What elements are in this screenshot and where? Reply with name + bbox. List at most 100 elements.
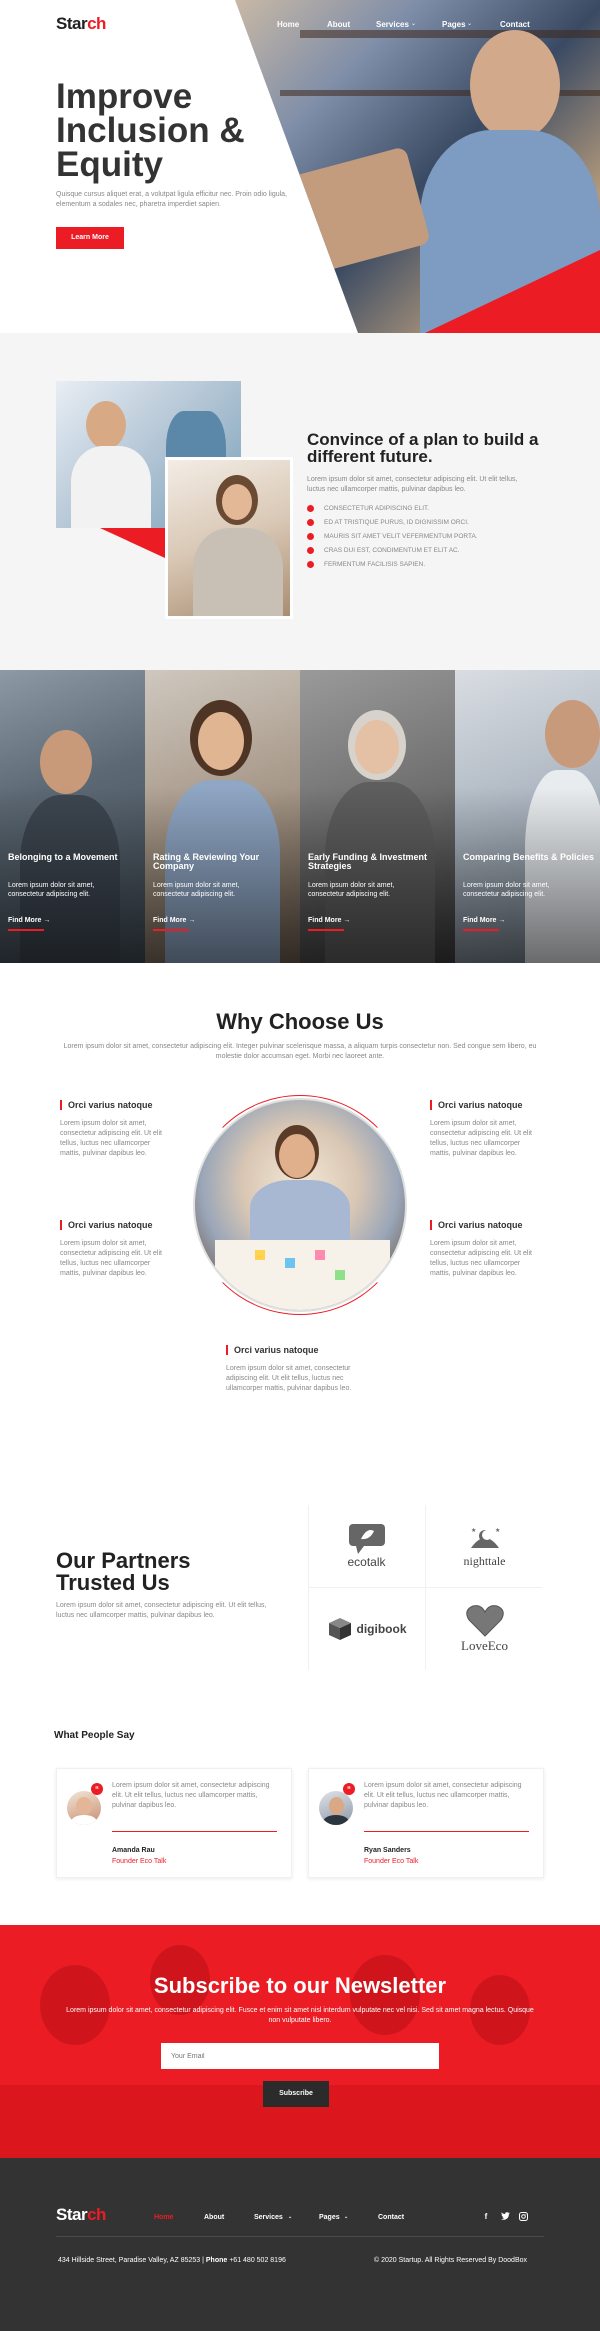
twitter-icon[interactable] xyxy=(500,2212,510,2222)
service-card[interactable]: Comparing Benefits & Policies Lorem ipsu… xyxy=(455,670,600,963)
footer-copyright: © 2020 Startup. All Rights Reserved By D… xyxy=(374,2257,528,2264)
nav-home[interactable]: Home xyxy=(277,20,299,29)
find-more-link[interactable]: Find More → xyxy=(8,917,50,924)
newsletter-section xyxy=(0,1925,600,2158)
plan-photo-2 xyxy=(165,457,293,619)
footer-logo[interactable]: Starch xyxy=(56,2205,106,2225)
find-more-link[interactable]: Find More → xyxy=(153,917,195,924)
footer-nav-contact[interactable]: Contact xyxy=(378,2214,404,2221)
heart-icon xyxy=(465,1605,504,1637)
find-more-label: Find More xyxy=(153,917,187,924)
check-item-label: CONSECTETUR ADIPISCING ELIT. xyxy=(324,505,430,512)
newsletter-text: Lorem ipsum dolor sit amet, consectetur … xyxy=(66,2007,534,2024)
email-input[interactable] xyxy=(161,2043,439,2069)
service-card-title: Early Funding & Investment Strategies xyxy=(308,852,428,871)
nav-services[interactable]: Services xyxy=(376,20,409,29)
find-more-link[interactable]: Find More → xyxy=(308,917,350,924)
check-item: ED AT TRISTIQUE PURUS, ID DIGNISSIM ORCI… xyxy=(307,519,469,526)
partner-name: LoveEco xyxy=(461,1638,508,1653)
service-card[interactable]: Early Funding & Investment Strategies Lo… xyxy=(300,670,455,963)
check-item-label: ED AT TRISTIQUE PURUS, ID DIGNISSIM ORCI… xyxy=(324,519,469,526)
card-underline xyxy=(463,929,499,931)
facebook-icon[interactable]: f xyxy=(481,2212,491,2222)
feature-title: Orci varius natoque xyxy=(60,1220,153,1230)
why-image-ring xyxy=(190,1095,410,1315)
feature-text: Lorem ipsum dolor sit amet, consectetur … xyxy=(60,1120,162,1157)
avatar xyxy=(319,1791,353,1825)
footer-nav-home[interactable]: Home xyxy=(154,2214,173,2221)
find-more-label: Find More xyxy=(463,917,497,924)
check-item: CONSECTETUR ADIPISCING ELIT. xyxy=(307,505,429,512)
service-card-title: Belonging to a Movement xyxy=(8,852,118,862)
partner-name: nighttale xyxy=(463,1553,506,1568)
bullet-icon xyxy=(307,547,314,554)
bullet-icon xyxy=(307,519,314,526)
card-underline xyxy=(8,929,44,931)
chevron-down-icon: ⌄ xyxy=(411,21,417,27)
address-text: 434 Hillside Street, Paradise Valley, AZ… xyxy=(58,2257,201,2264)
subscribe-button[interactable]: Subscribe xyxy=(263,2081,329,2107)
logo-text-accent: ch xyxy=(87,2205,106,2224)
arrow-right-icon: → xyxy=(43,917,51,924)
partner-logo-digibook[interactable]: digibook xyxy=(308,1588,425,1670)
service-card[interactable]: Belonging to a Movement Lorem ipsum dolo… xyxy=(0,670,145,963)
check-item: FERMENTUM FACILISIS SAPIEN. xyxy=(307,561,425,568)
find-more-label: Find More xyxy=(308,917,342,924)
service-card[interactable]: Rating & Reviewing Your Company Lorem ip… xyxy=(145,670,300,963)
svg-text:★: ★ xyxy=(495,1527,500,1534)
logo[interactable]: Starch xyxy=(56,14,106,34)
check-item-label: FERMENTUM FACILISIS SAPIEN. xyxy=(324,561,426,568)
check-item-label: MAURIS SIT AMET VELIT VEFERMENTUM PORTA. xyxy=(324,533,478,540)
why-title: Why Choose Us xyxy=(216,1009,384,1034)
plan-title: Convince of a plan to build a different … xyxy=(307,430,539,466)
service-card-text: Lorem ipsum dolor sit amet, consectetur … xyxy=(463,882,550,898)
feature-title: Orci varius natoque xyxy=(226,1345,319,1355)
logo-text-main: Star xyxy=(56,14,88,33)
quote-icon: “ xyxy=(343,1783,355,1795)
feature-title: Orci varius natoque xyxy=(430,1100,523,1110)
card-underline xyxy=(308,929,344,931)
nav-contact[interactable]: Contact xyxy=(500,20,530,29)
partner-name: digibook xyxy=(356,1622,407,1636)
partner-logo-nighttale[interactable]: ★ ★ nighttale xyxy=(426,1505,543,1587)
card-underline xyxy=(153,929,189,931)
partner-logo-loveeco[interactable]: LoveEco xyxy=(426,1588,543,1670)
footer xyxy=(0,2158,600,2331)
chevron-down-icon: ⌄ xyxy=(288,2214,293,2220)
feature-text: Lorem ipsum dolor sit amet, consectetur … xyxy=(430,1120,532,1157)
moon-stars-icon: ★ ★ xyxy=(470,1527,500,1548)
svg-text:★: ★ xyxy=(471,1527,476,1534)
find-more-label: Find More xyxy=(8,917,42,924)
feature-text: Lorem ipsum dolor sit amet, consectetur … xyxy=(226,1365,352,1392)
find-more-link[interactable]: Find More → xyxy=(463,917,505,924)
footer-nav-about[interactable]: About xyxy=(204,2214,224,2221)
feature-title: Orci varius natoque xyxy=(60,1100,153,1110)
partners-title: Our Partners Trusted Us xyxy=(56,1548,191,1595)
instagram-icon[interactable] xyxy=(518,2212,528,2222)
chevron-down-icon: ⌄ xyxy=(344,2214,349,2220)
learn-more-button[interactable]: Learn More xyxy=(56,227,124,249)
testimonial-card: “ Lorem ipsum dolor sit amet, consectetu… xyxy=(56,1768,292,1878)
phone-label: Phone xyxy=(205,2257,228,2264)
services-cards: Belonging to a Movement Lorem ipsum dolo… xyxy=(0,670,600,963)
footer-nav-services[interactable]: Services xyxy=(254,2214,283,2221)
footer-nav-pages[interactable]: Pages xyxy=(319,2214,340,2221)
newsletter-title: Subscribe to our Newsletter xyxy=(153,1973,447,1998)
testimonial-text: Lorem ipsum dolor sit amet, consectetur … xyxy=(364,1782,522,1809)
service-card-text: Lorem ipsum dolor sit amet, consectetur … xyxy=(308,882,395,898)
footer-address: 434 Hillside Street, Paradise Valley, AZ… xyxy=(58,2257,286,2264)
box-icon xyxy=(328,1618,351,1640)
nav-about[interactable]: About xyxy=(327,20,350,29)
hero-title: Improve Inclusion & Equity xyxy=(56,77,245,184)
bullet-icon xyxy=(307,505,314,512)
plan-text: Lorem ipsum dolor sit amet, consectetur … xyxy=(307,476,518,493)
arrow-right-icon: → xyxy=(188,917,196,924)
nav-pages[interactable]: Pages xyxy=(442,20,466,29)
testimonial-role: Founder Eco Talk xyxy=(112,1858,167,1865)
speech-bubble-icon xyxy=(348,1524,385,1554)
logo-text-accent: ch xyxy=(87,14,106,33)
testimonials-title: What People Say xyxy=(54,1730,135,1741)
partners-text: Lorem ipsum dolor sit amet, consectetur … xyxy=(56,1602,267,1619)
partner-logo-ecotalk[interactable]: ecotalk xyxy=(308,1505,425,1587)
feature-text: Lorem ipsum dolor sit amet, consectetur … xyxy=(60,1240,162,1277)
